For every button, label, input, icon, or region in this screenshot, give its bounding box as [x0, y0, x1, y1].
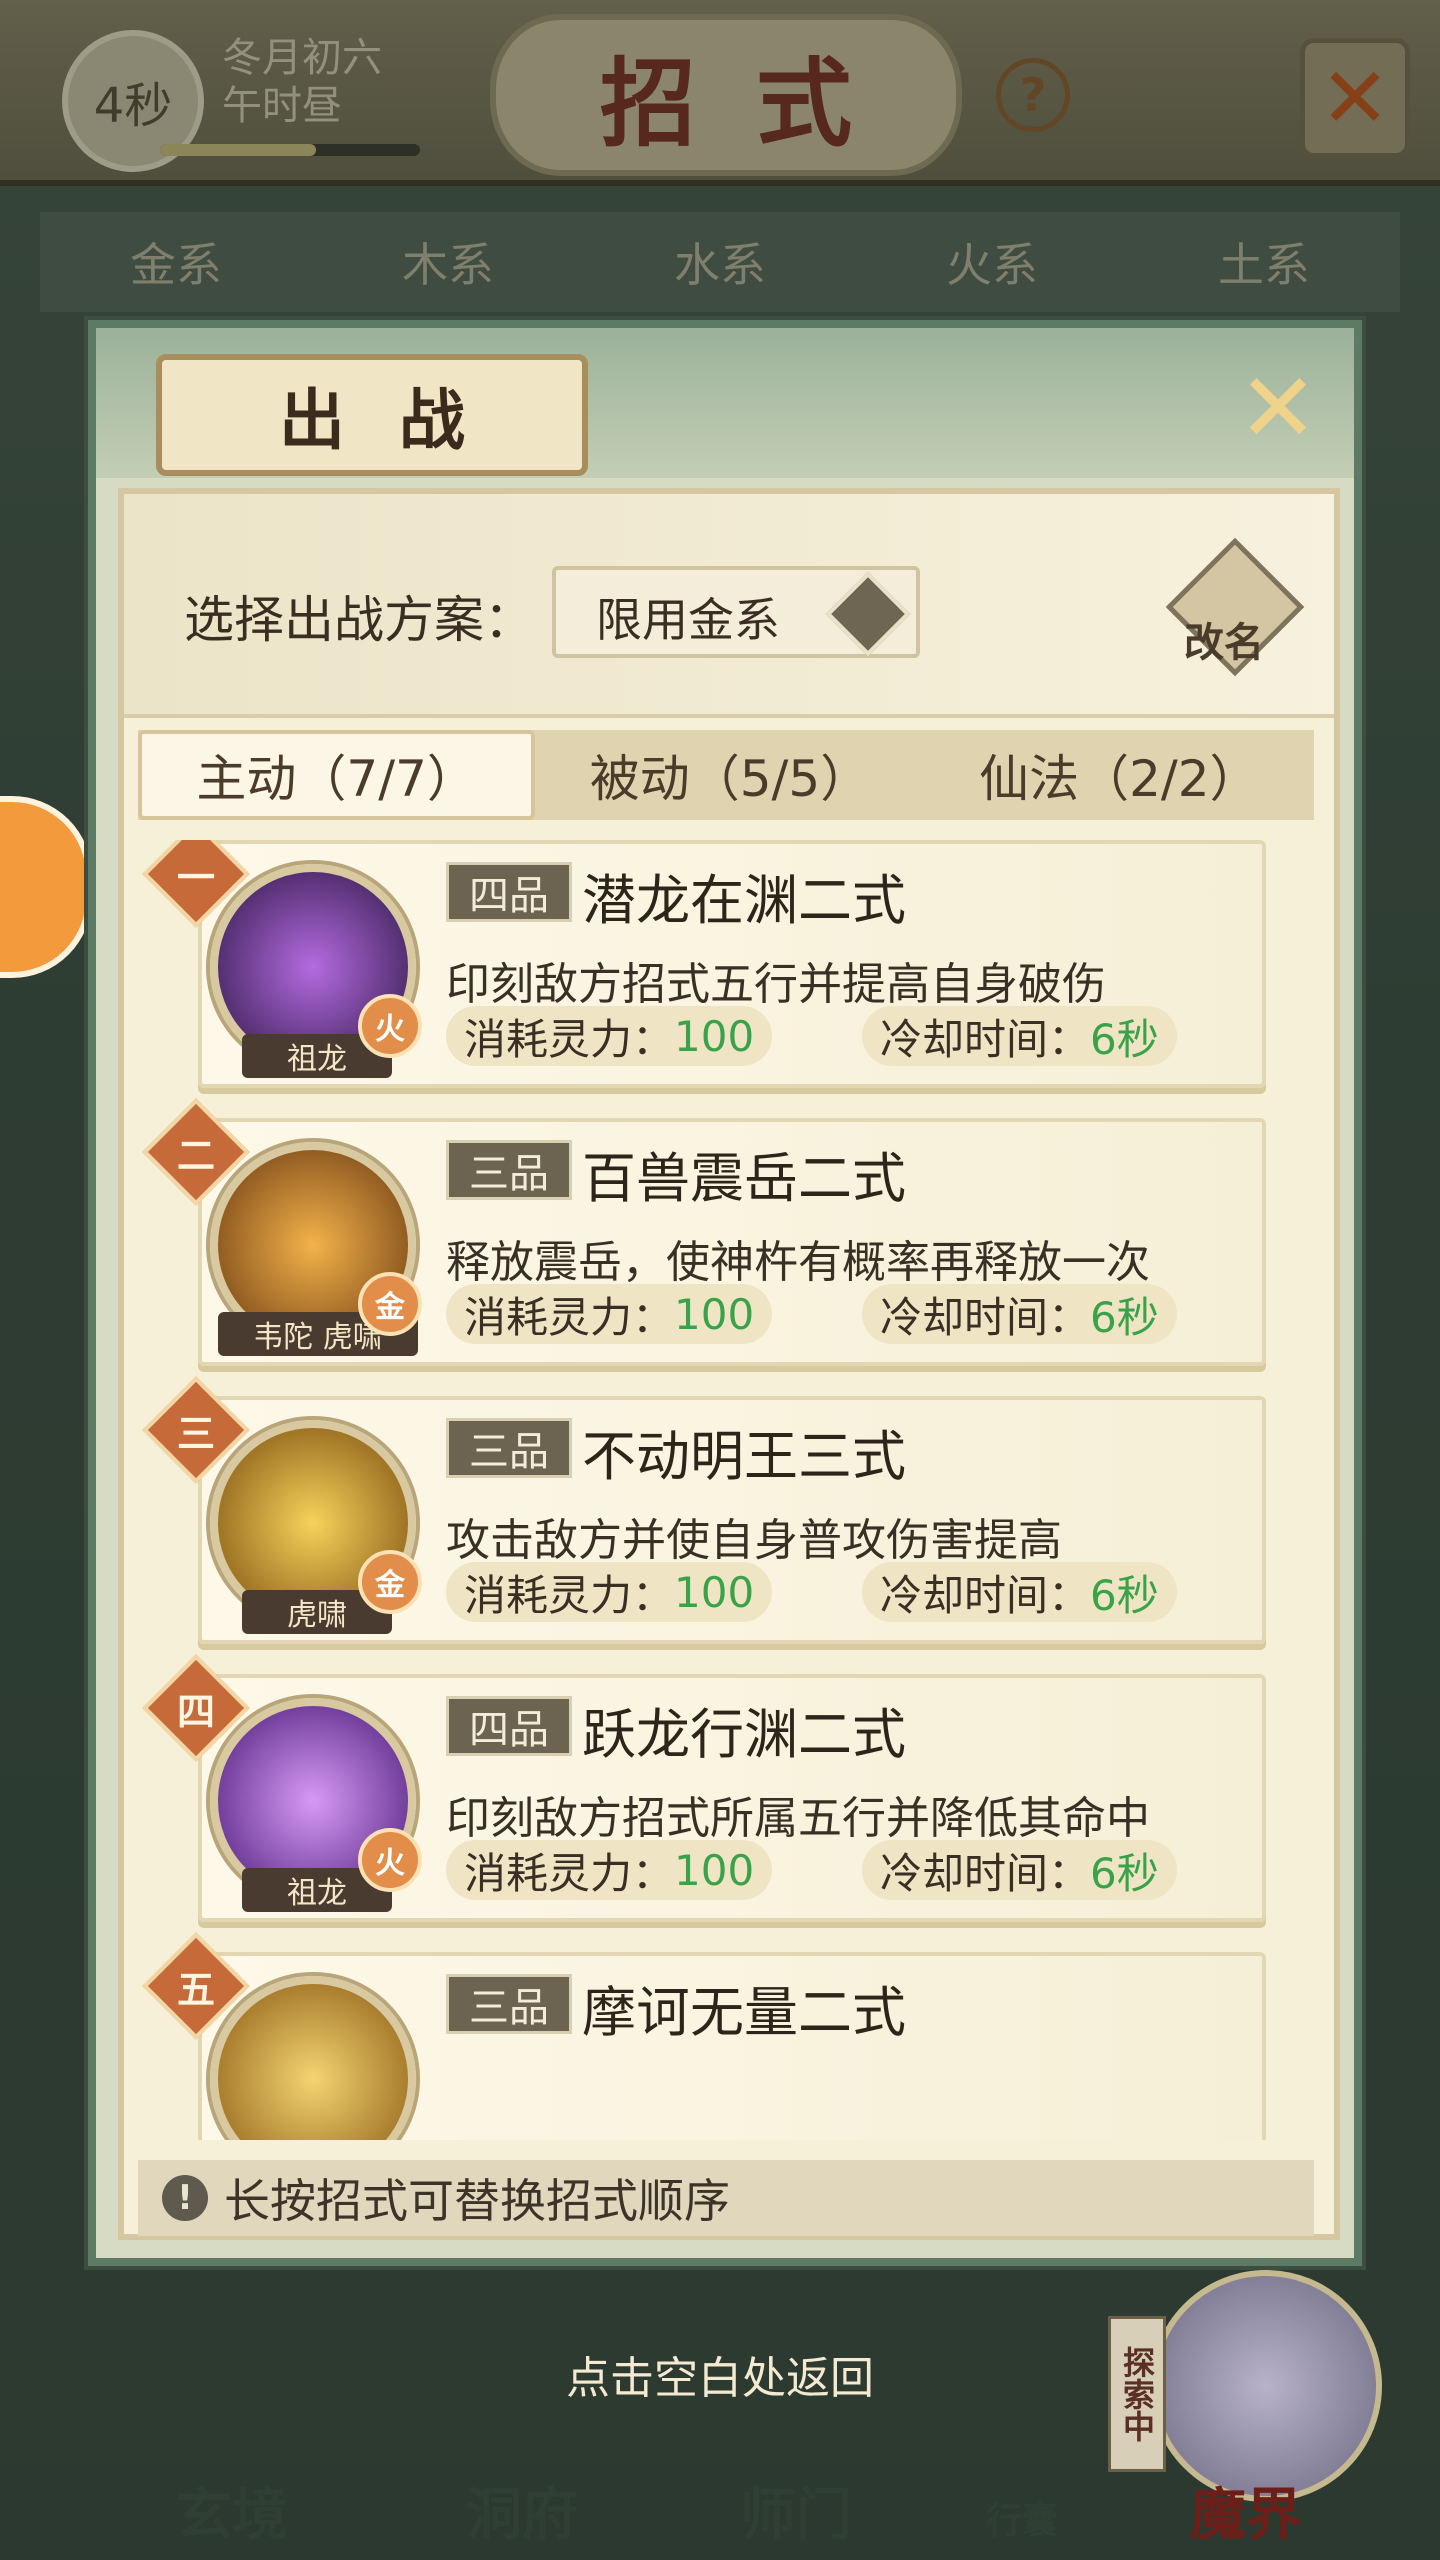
order-number: 四	[176, 1688, 215, 1734]
element-badge: 火	[358, 1828, 422, 1892]
skill-description: 印刻敌方招式五行并提高自身破伤	[446, 959, 1106, 1010]
cost-pill: 消耗灵力： 100	[446, 1562, 773, 1622]
element-badge: 火	[358, 994, 422, 1058]
cooldown-pill: 冷却时间： 6秒	[862, 1284, 1177, 1344]
nav-xuanjing[interactable]: 玄境	[176, 2470, 288, 2551]
skill-name: 摩诃无量二式	[582, 1981, 906, 2044]
cost-pill: 消耗灵力： 100	[446, 1284, 773, 1344]
info-icon: !	[162, 2175, 208, 2221]
skill-type-tabs: 主动（7/7） 被动（5/5） 仙法（2/2）	[138, 730, 1314, 820]
cost-label: 消耗灵力：	[464, 1014, 675, 1064]
skill-card[interactable]: 二 韦陀 虎啸 金 三品 百兽震岳二式 释放震岳，使神杵有概率再释放一次 消耗灵…	[142, 1098, 1266, 1366]
cooldown-value: 6秒	[1090, 1292, 1159, 1342]
skill-name: 跃龙行渊二式	[582, 1703, 906, 1766]
grade-badge: 三品	[446, 1418, 572, 1478]
element-badge: 金	[358, 1550, 422, 1614]
rename-label: 改名	[1184, 619, 1264, 666]
cooldown-label: 冷却时间：	[880, 1292, 1091, 1342]
rename-button[interactable]: 改名	[1165, 537, 1305, 677]
scheme-value: 限用金系	[596, 593, 780, 647]
cost-value: 100	[674, 1845, 755, 1895]
order-number: 一	[176, 854, 215, 900]
reorder-hint: ! 长按招式可替换招式顺序	[138, 2160, 1314, 2236]
scheme-label: 选择出战方案：	[184, 591, 534, 649]
skill-card[interactable]: 三 虎啸 金 三品 不动明王三式 攻击敌方并使自身普攻伤害提高 消耗灵力： 100…	[142, 1376, 1266, 1644]
chevron-down-icon	[825, 571, 911, 657]
nav-dongfu[interactable]: 洞府	[466, 2470, 578, 2551]
cost-value: 100	[674, 1011, 755, 1061]
grade-badge: 三品	[446, 1974, 572, 2034]
panel-body: 选择出战方案： 限用金系 改名 主动（7/7） 被动（5/5） 仙法（2/2） …	[118, 488, 1340, 2240]
cooldown-value: 6秒	[1090, 1570, 1159, 1620]
skill-card[interactable]: 四 祖龙 火 四品 跃龙行渊二式 印刻敌方招式所属五行并降低其命中 消耗灵力： 1…	[142, 1654, 1266, 1922]
cooldown-value: 6秒	[1090, 1848, 1159, 1898]
close-icon: ✕	[1237, 352, 1319, 464]
grade-badge: 四品	[446, 1696, 572, 1756]
cooldown-pill: 冷却时间： 6秒	[862, 1840, 1177, 1900]
cooldown-value: 6秒	[1090, 1014, 1159, 1064]
cost-label: 消耗灵力：	[464, 1848, 675, 1898]
skill-name: 百兽震岳二式	[582, 1147, 906, 1210]
cooldown-pill: 冷却时间： 6秒	[862, 1562, 1177, 1622]
tab-immortal-arts[interactable]: 仙法（2/2）	[925, 730, 1314, 820]
cost-pill: 消耗灵力： 100	[446, 1006, 773, 1066]
element-badge: 金	[358, 1272, 422, 1336]
tab-active-skills[interactable]: 主动（7/7）	[138, 730, 536, 820]
cost-label: 消耗灵力：	[464, 1292, 675, 1342]
bottom-nav: 玄境 洞府 师门 行囊 魔界	[0, 2380, 1440, 2560]
skill-description: 释放震岳，使神杵有概率再释放一次	[446, 1237, 1150, 1288]
cost-value: 100	[674, 1567, 755, 1617]
skill-name: 潜龙在渊二式	[582, 869, 906, 932]
skill-list[interactable]: 一 祖龙 火 四品 潜龙在渊二式 印刻敌方招式五行并提高自身破伤 消耗灵力： 10…	[138, 840, 1314, 2140]
cooldown-label: 冷却时间：	[880, 1014, 1091, 1064]
scheme-dropdown[interactable]: 限用金系	[552, 566, 920, 658]
scheme-row: 选择出战方案： 限用金系 改名	[124, 494, 1334, 718]
cooldown-pill: 冷却时间： 6秒	[862, 1006, 1177, 1066]
nav-xingnang[interactable]: 行囊	[986, 2492, 1058, 2544]
panel-close-button[interactable]: ✕	[1228, 352, 1328, 464]
skill-description: 攻击敌方并使自身普攻伤害提高	[446, 1515, 1062, 1566]
battle-panel: 出战 ✕ 选择出战方案： 限用金系 改名 主动（7/7） 被动（5/5） 仙法（…	[88, 320, 1362, 2266]
panel-title: 出战	[156, 354, 588, 476]
cost-pill: 消耗灵力： 100	[446, 1840, 773, 1900]
skill-card[interactable]: 五 三品 摩诃无量二式	[142, 1932, 1266, 2140]
order-number: 三	[176, 1410, 215, 1456]
order-number: 五	[176, 1966, 215, 2012]
skill-card[interactable]: 一 祖龙 火 四品 潜龙在渊二式 印刻敌方招式五行并提高自身破伤 消耗灵力： 10…	[142, 840, 1266, 1088]
grade-badge: 三品	[446, 1140, 572, 1200]
hint-text: 长按招式可替换招式顺序	[224, 2174, 730, 2228]
skill-description: 印刻敌方招式所属五行并降低其命中	[446, 1793, 1150, 1844]
skill-portrait	[210, 1976, 416, 2140]
cost-label: 消耗灵力：	[464, 1570, 675, 1620]
cooldown-label: 冷却时间：	[880, 1848, 1091, 1898]
cost-value: 100	[674, 1289, 755, 1339]
order-number: 二	[176, 1132, 215, 1178]
tab-passive-skills[interactable]: 被动（5/5）	[535, 730, 924, 820]
cooldown-label: 冷却时间：	[880, 1570, 1091, 1620]
skill-name: 不动明王三式	[582, 1425, 906, 1488]
nav-mojie[interactable]: 魔界	[1190, 2470, 1302, 2551]
nav-shimen[interactable]: 师门	[740, 2470, 852, 2551]
grade-badge: 四品	[446, 862, 572, 922]
